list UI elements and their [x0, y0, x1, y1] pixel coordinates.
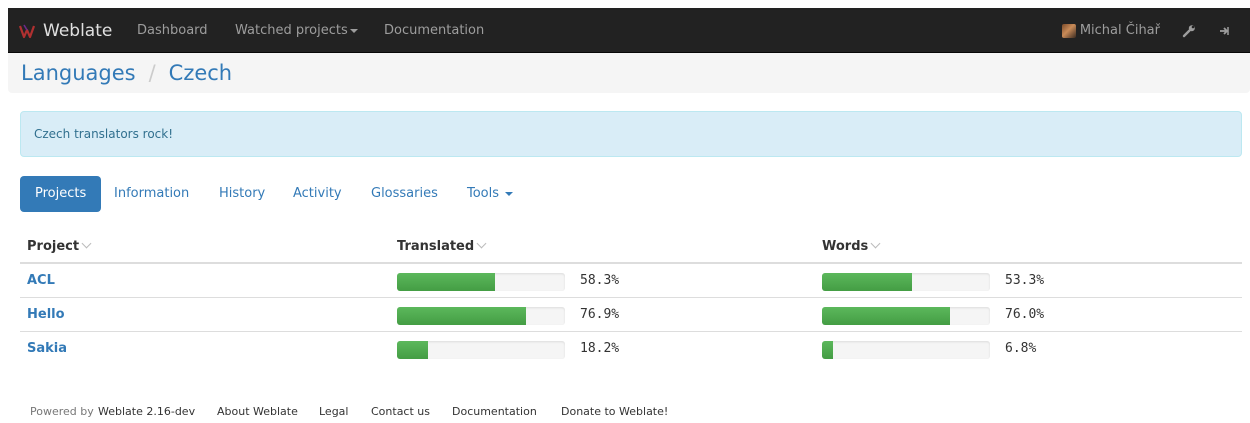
footer-donate[interactable]: Donate to Weblate! [561, 405, 668, 418]
breadcrumb-separator: / [148, 61, 156, 85]
footer-about-weblate[interactable]: About Weblate [217, 405, 298, 418]
header-translated[interactable]: Translated [397, 231, 487, 264]
table-row: Sakia 18.2% 6.8% [20, 332, 1242, 366]
footer-weblate-version[interactable]: Weblate 2.16-dev [98, 405, 195, 418]
chevron-down-icon [505, 191, 514, 196]
translated-progress-bar [397, 273, 565, 291]
tab-activity[interactable]: Activity [278, 176, 357, 212]
project-link[interactable]: Sakia [27, 332, 67, 366]
table-header: Project Translated Words [20, 231, 1242, 264]
user-menu[interactable]: Michal Čihař [1061, 8, 1160, 53]
translated-percent: 18.2% [580, 341, 620, 356]
nav-watched-projects-label: Watched projects [235, 23, 348, 38]
brand-name: Weblate [43, 20, 113, 41]
footer-contact-us[interactable]: Contact us [371, 405, 430, 418]
translated-percent: 58.3% [580, 273, 620, 288]
tab-glossaries[interactable]: Glossaries [356, 176, 453, 212]
words-percent: 76.0% [1005, 307, 1045, 322]
table-row: Hello 76.9% 76.0% [20, 298, 1242, 332]
brand[interactable]: Weblate [18, 8, 112, 53]
words-progress-bar [822, 341, 990, 359]
progress-fill [397, 341, 428, 359]
nav-watched-projects[interactable]: Watched projects [235, 8, 358, 53]
words-progress-bar [822, 307, 990, 325]
words-percent: 53.3% [1005, 273, 1045, 288]
sort-icon [476, 238, 487, 249]
top-navbar: Weblate Dashboard Watched projects Docum… [8, 8, 1250, 53]
header-words[interactable]: Words [822, 231, 881, 264]
header-words-label: Words [822, 239, 869, 254]
tab-history[interactable]: History [204, 176, 280, 212]
tab-tools[interactable]: Tools [452, 176, 528, 212]
user-name: Michal Čihař [1079, 23, 1160, 38]
progress-fill [822, 273, 912, 291]
progress-fill [397, 307, 527, 325]
words-percent: 6.8% [1005, 341, 1037, 356]
breadcrumb-languages[interactable]: Languages [21, 61, 136, 85]
wrench-icon[interactable] [1182, 8, 1196, 53]
header-project[interactable]: Project [27, 231, 92, 264]
sort-icon [81, 238, 92, 249]
translated-progress-bar [397, 307, 565, 325]
avatar [1061, 23, 1076, 38]
words-progress-bar [822, 273, 990, 291]
chevron-down-icon [349, 28, 358, 33]
tab-tools-label: Tools [467, 186, 500, 201]
sort-icon [870, 238, 881, 249]
translated-percent: 76.9% [580, 307, 620, 322]
projects-table: Project Translated Words ACL 58.3% 53.3%… [20, 231, 1242, 366]
project-link[interactable]: ACL [27, 264, 55, 298]
translated-progress-bar [397, 341, 565, 359]
weblate-logo-icon [18, 22, 36, 40]
info-alert: Czech translators rock! [20, 111, 1242, 157]
header-translated-label: Translated [397, 239, 475, 254]
footer-documentation[interactable]: Documentation [452, 405, 537, 418]
breadcrumb: Languages / Czech [8, 53, 1250, 93]
progress-fill [822, 341, 834, 359]
powered-by-text: Powered by [30, 405, 94, 418]
tab-projects[interactable]: Projects [20, 176, 102, 212]
progress-fill [822, 307, 950, 325]
header-project-label: Project [27, 239, 80, 254]
progress-fill [397, 273, 495, 291]
tab-information[interactable]: Information [99, 176, 204, 212]
project-link[interactable]: Hello [27, 298, 65, 332]
nav-documentation[interactable]: Documentation [384, 8, 484, 53]
nav-dashboard[interactable]: Dashboard [137, 8, 208, 53]
breadcrumb-czech[interactable]: Czech [169, 61, 232, 85]
logout-icon[interactable] [1219, 8, 1231, 53]
alert-text: Czech translators rock! [34, 127, 174, 141]
table-row: ACL 58.3% 53.3% [20, 264, 1242, 298]
footer-legal[interactable]: Legal [319, 405, 348, 418]
